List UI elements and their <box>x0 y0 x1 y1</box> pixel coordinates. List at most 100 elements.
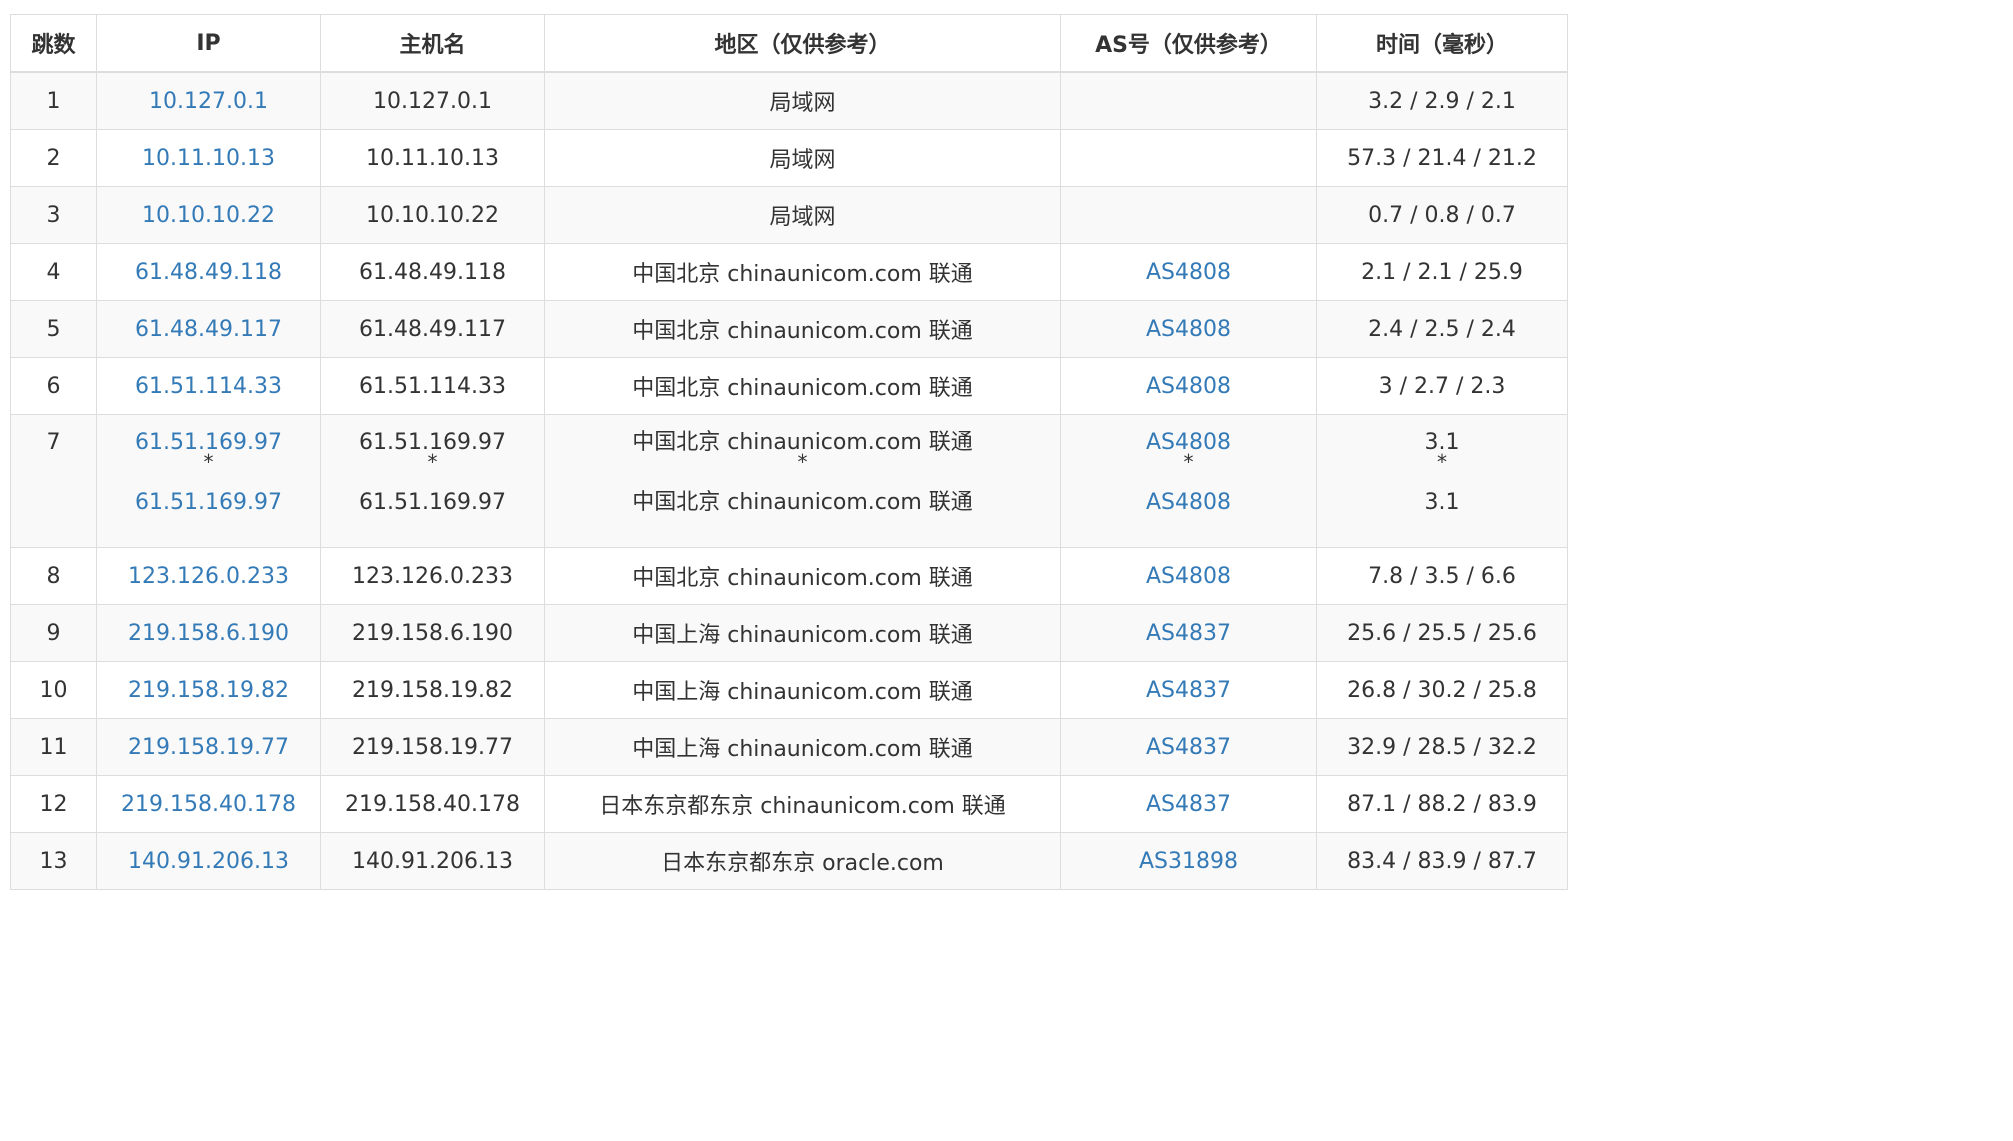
hostname-cell: 123.126.0.233 <box>320 547 545 605</box>
hop-cell: 13 <box>10 832 97 890</box>
as-link[interactable]: AS4837 <box>1146 621 1231 646</box>
table-row: 7 61.51.169.97 * 61.51.169.97 61.51.169.97 * 6… <box>10 414 1568 548</box>
header-as: AS号（仅供参考） <box>1060 14 1317 73</box>
time-cell: 32.9 / 28.5 / 32.2 <box>1316 718 1568 776</box>
as-cell: AS4808 <box>1060 300 1317 358</box>
hostname-cell: 140.91.206.13 <box>320 832 545 890</box>
hop-cell: 8 <box>10 547 97 605</box>
hostname-cell: 219.158.6.190 <box>320 604 545 662</box>
as-cell: AS4837 <box>1060 604 1317 662</box>
separator-star: * <box>1437 450 1447 474</box>
time-cell: 0.7 / 0.8 / 0.7 <box>1316 186 1568 244</box>
hop-cell: 10 <box>10 661 97 719</box>
hop-number: 7 <box>46 430 61 455</box>
as-cell: AS4808 <box>1060 547 1317 605</box>
time-cell: 2.4 / 2.5 / 2.4 <box>1316 300 1568 358</box>
hostname: 61.51.169.97 <box>359 490 506 515</box>
ip-link[interactable]: 219.158.19.82 <box>128 678 289 703</box>
table-body: 1 10.127.0.1 10.127.0.1 局域网 3.2 / 2.9 / 2.1 2… <box>10 71 1568 890</box>
time-cell: 3.1 * 3.1 <box>1316 414 1568 548</box>
region-cell: 中国北京 chinaunicom.com 联通 <box>544 243 1061 301</box>
table-row: 2 10.11.10.13 10.11.10.13 局域网 57.3 / 21.4 / … <box>10 129 1568 187</box>
as-link[interactable]: AS4808 <box>1146 564 1231 589</box>
time-cell: 57.3 / 21.4 / 21.2 <box>1316 129 1568 187</box>
ip-cell: 10.127.0.1 <box>96 71 321 130</box>
header-hostname: 主机名 <box>320 14 545 73</box>
as-link[interactable]: AS31898 <box>1139 849 1238 874</box>
hostname-cell: 61.51.169.97 * 61.51.169.97 <box>320 414 545 548</box>
as-cell: AS4808 <box>1060 357 1317 415</box>
ip-link[interactable]: 219.158.40.178 <box>121 792 296 817</box>
ip-cell: 10.11.10.13 <box>96 129 321 187</box>
ip-link[interactable]: 61.48.49.117 <box>135 317 282 342</box>
as-link[interactable]: AS4837 <box>1146 792 1231 817</box>
as-cell: AS4808 * AS4808 <box>1060 414 1317 548</box>
as-cell <box>1060 129 1317 187</box>
as-link[interactable]: AS4808 <box>1146 260 1231 285</box>
hop-cell: 5 <box>10 300 97 358</box>
as-link[interactable]: AS4808 <box>1146 317 1231 342</box>
as-cell: AS4837 <box>1060 718 1317 776</box>
ip-link[interactable]: 123.126.0.233 <box>128 564 289 589</box>
ip-link[interactable]: 61.51.169.97 <box>101 488 316 518</box>
separator-star: * <box>797 450 808 474</box>
ip-cell: 61.51.114.33 <box>96 357 321 415</box>
ip-cell: 219.158.19.82 <box>96 661 321 719</box>
ip-link[interactable]: 219.158.6.190 <box>128 621 289 646</box>
region-cell: 中国北京 chinaunicom.com 联通 <box>544 357 1061 415</box>
region-cell: 中国上海 chinaunicom.com 联通 <box>544 718 1061 776</box>
hostname-cell: 219.158.19.82 <box>320 661 545 719</box>
time-cell: 3.2 / 2.9 / 2.1 <box>1316 71 1568 130</box>
region-cell: 局域网 <box>544 186 1061 244</box>
region-cell: 中国北京 chinaunicom.com 联通 * 中国北京 chinaunicom… <box>544 414 1061 548</box>
hop-cell: 4 <box>10 243 97 301</box>
time-cell: 2.1 / 2.1 / 25.9 <box>1316 243 1568 301</box>
as-cell <box>1060 186 1317 244</box>
hostname-cell: 10.127.0.1 <box>320 71 545 130</box>
traceroute-panel: 跳数 IP 主机名 地区（仅供参考） AS号（仅供参考） 时间（毫秒） 1 10.… <box>0 0 1569 890</box>
header-region: 地区（仅供参考） <box>544 14 1061 73</box>
ip-link[interactable]: 10.11.10.13 <box>142 146 275 171</box>
as-cell <box>1060 71 1317 130</box>
hop-cell: 9 <box>10 604 97 662</box>
separator-star: * <box>1183 450 1194 474</box>
hop-cell: 12 <box>10 775 97 833</box>
ip-link[interactable]: 140.91.206.13 <box>128 849 289 874</box>
header-time: 时间（毫秒） <box>1316 14 1568 73</box>
header-ip: IP <box>96 14 321 73</box>
hostname-cell: 61.51.114.33 <box>320 357 545 415</box>
table-row: 13 140.91.206.13 140.91.206.13 日本东京都东京 orac… <box>10 832 1568 890</box>
ip-link[interactable]: 10.127.0.1 <box>149 89 268 114</box>
as-link[interactable]: AS4808 <box>1146 374 1231 399</box>
time-cell: 3 / 2.7 / 2.3 <box>1316 357 1568 415</box>
as-cell: AS4837 <box>1060 661 1317 719</box>
hop-cell: 1 <box>10 71 97 130</box>
separator-star: * <box>203 450 214 474</box>
hop-cell: 2 <box>10 129 97 187</box>
as-link[interactable]: AS4837 <box>1146 678 1231 703</box>
ip-cell: 140.91.206.13 <box>96 832 321 890</box>
hostname-cell: 219.158.40.178 <box>320 775 545 833</box>
hop-cell: 11 <box>10 718 97 776</box>
table-header-row: 跳数 IP 主机名 地区（仅供参考） AS号（仅供参考） 时间（毫秒） <box>10 14 1568 73</box>
latency: 3.1 <box>1424 490 1460 515</box>
region-cell: 中国北京 chinaunicom.com 联通 <box>544 547 1061 605</box>
ip-cell: 10.10.10.22 <box>96 186 321 244</box>
ip-link[interactable]: 61.48.49.118 <box>135 260 282 285</box>
time-cell: 7.8 / 3.5 / 6.6 <box>1316 547 1568 605</box>
as-link[interactable]: AS4837 <box>1146 735 1231 760</box>
table-row: 1 10.127.0.1 10.127.0.1 局域网 3.2 / 2.9 / 2.1 <box>10 71 1568 130</box>
as-link[interactable]: AS4808 <box>1065 488 1312 518</box>
time-cell: 25.6 / 25.5 / 25.6 <box>1316 604 1568 662</box>
ip-cell: 61.48.49.118 <box>96 243 321 301</box>
region-cell: 中国上海 chinaunicom.com 联通 <box>544 661 1061 719</box>
table-row: 8 123.126.0.233 123.126.0.233 中国北京 chinauni… <box>10 547 1568 605</box>
ip-cell: 123.126.0.233 <box>96 547 321 605</box>
ip-cell: 61.51.169.97 * 61.51.169.97 <box>96 414 321 548</box>
ip-link[interactable]: 219.158.19.77 <box>128 735 289 760</box>
hop-cell: 7 <box>10 414 97 548</box>
header-hop: 跳数 <box>10 14 97 73</box>
table-row: 11 219.158.19.77 219.158.19.77 中国上海 chinaun… <box>10 718 1568 776</box>
ip-link[interactable]: 10.10.10.22 <box>142 203 275 228</box>
ip-link[interactable]: 61.51.114.33 <box>135 374 282 399</box>
